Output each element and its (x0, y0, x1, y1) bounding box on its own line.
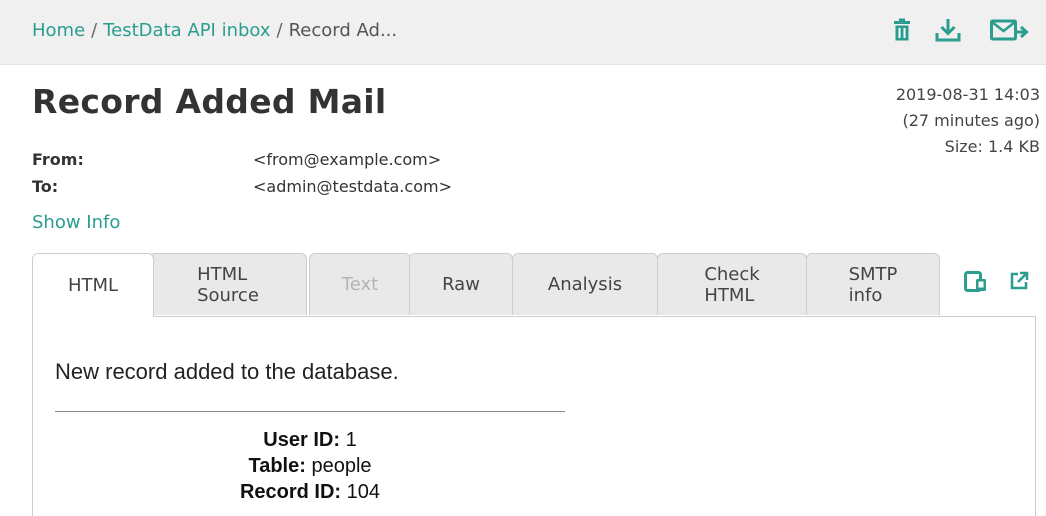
tab-html-source[interactable]: HTML Source (149, 253, 307, 315)
from-value: <from@example.com> (253, 150, 442, 169)
tab-label-line2: HTML (704, 284, 755, 306)
tab-html[interactable]: HTML (32, 253, 154, 317)
record-id-row: Record ID: 104 (55, 479, 565, 505)
tab-label-line1: HTML (197, 263, 248, 285)
tab-label: Analysis (547, 274, 623, 295)
record-details: User ID: 1 Table: people Record ID: 104 (55, 427, 565, 505)
tab-label-line1: Check (704, 263, 760, 285)
table-row: Table: people (55, 453, 565, 479)
tab-label-line1: SMTP (848, 263, 898, 285)
breadcrumb-separator: / (276, 20, 283, 41)
top-bar: Home / TestData API inbox / Record Ad... (0, 0, 1046, 65)
to-value: <admin@testdata.com> (253, 177, 452, 196)
message-relative-time: (27 minutes ago) (902, 111, 1040, 130)
open-external-icon[interactable] (1009, 271, 1029, 295)
record-id-label: Record ID: (239, 481, 342, 503)
user-id-label: User ID: (263, 429, 340, 451)
body-intro-text: New record added to the database. (55, 359, 399, 384)
table-label: Table: (248, 455, 306, 477)
tab-smtp-info[interactable]: SMTP info (806, 253, 940, 315)
table-value: people (311, 455, 372, 477)
to-label: To: (32, 177, 59, 196)
body-divider (55, 411, 565, 412)
breadcrumb-inbox-link[interactable]: TestData API inbox (103, 20, 270, 41)
tab-raw[interactable]: Raw (409, 253, 513, 315)
download-icon[interactable] (935, 18, 961, 44)
trash-icon[interactable] (892, 18, 912, 44)
devices-icon[interactable] (964, 271, 988, 297)
tab-analysis[interactable]: Analysis (512, 253, 658, 315)
user-id-row: User ID: 1 (55, 427, 565, 453)
from-label: From: (32, 150, 84, 169)
user-id-value: 1 (345, 429, 357, 451)
show-info-link[interactable]: Show Info (32, 212, 120, 233)
message-meta: 2019-08-31 14:03 (27 minutes ago) Size: … (896, 82, 1040, 160)
tab-label: Text (341, 274, 379, 295)
tab-label: Raw (442, 274, 480, 295)
tab-label-line2: info (848, 284, 883, 306)
message-body-panel: New record added to the database. User I… (32, 316, 1036, 516)
breadcrumb-separator: / (91, 20, 98, 41)
tab-label-line2: Source (197, 284, 259, 306)
tab-label: HTML (67, 275, 119, 296)
breadcrumb: Home / TestData API inbox / Record Ad... (32, 20, 397, 41)
breadcrumb-current: Record Ad... (288, 20, 398, 41)
record-id-value: 104 (346, 481, 381, 503)
tab-text[interactable]: Text (309, 253, 411, 315)
message-size: Size: 1.4 KB (944, 137, 1040, 156)
breadcrumb-home-link[interactable]: Home (32, 20, 85, 41)
message-subject: Record Added Mail (32, 82, 387, 121)
forward-mail-icon[interactable] (990, 18, 1030, 44)
tab-check-html[interactable]: Check HTML (657, 253, 807, 315)
message-date: 2019-08-31 14:03 (895, 85, 1040, 104)
